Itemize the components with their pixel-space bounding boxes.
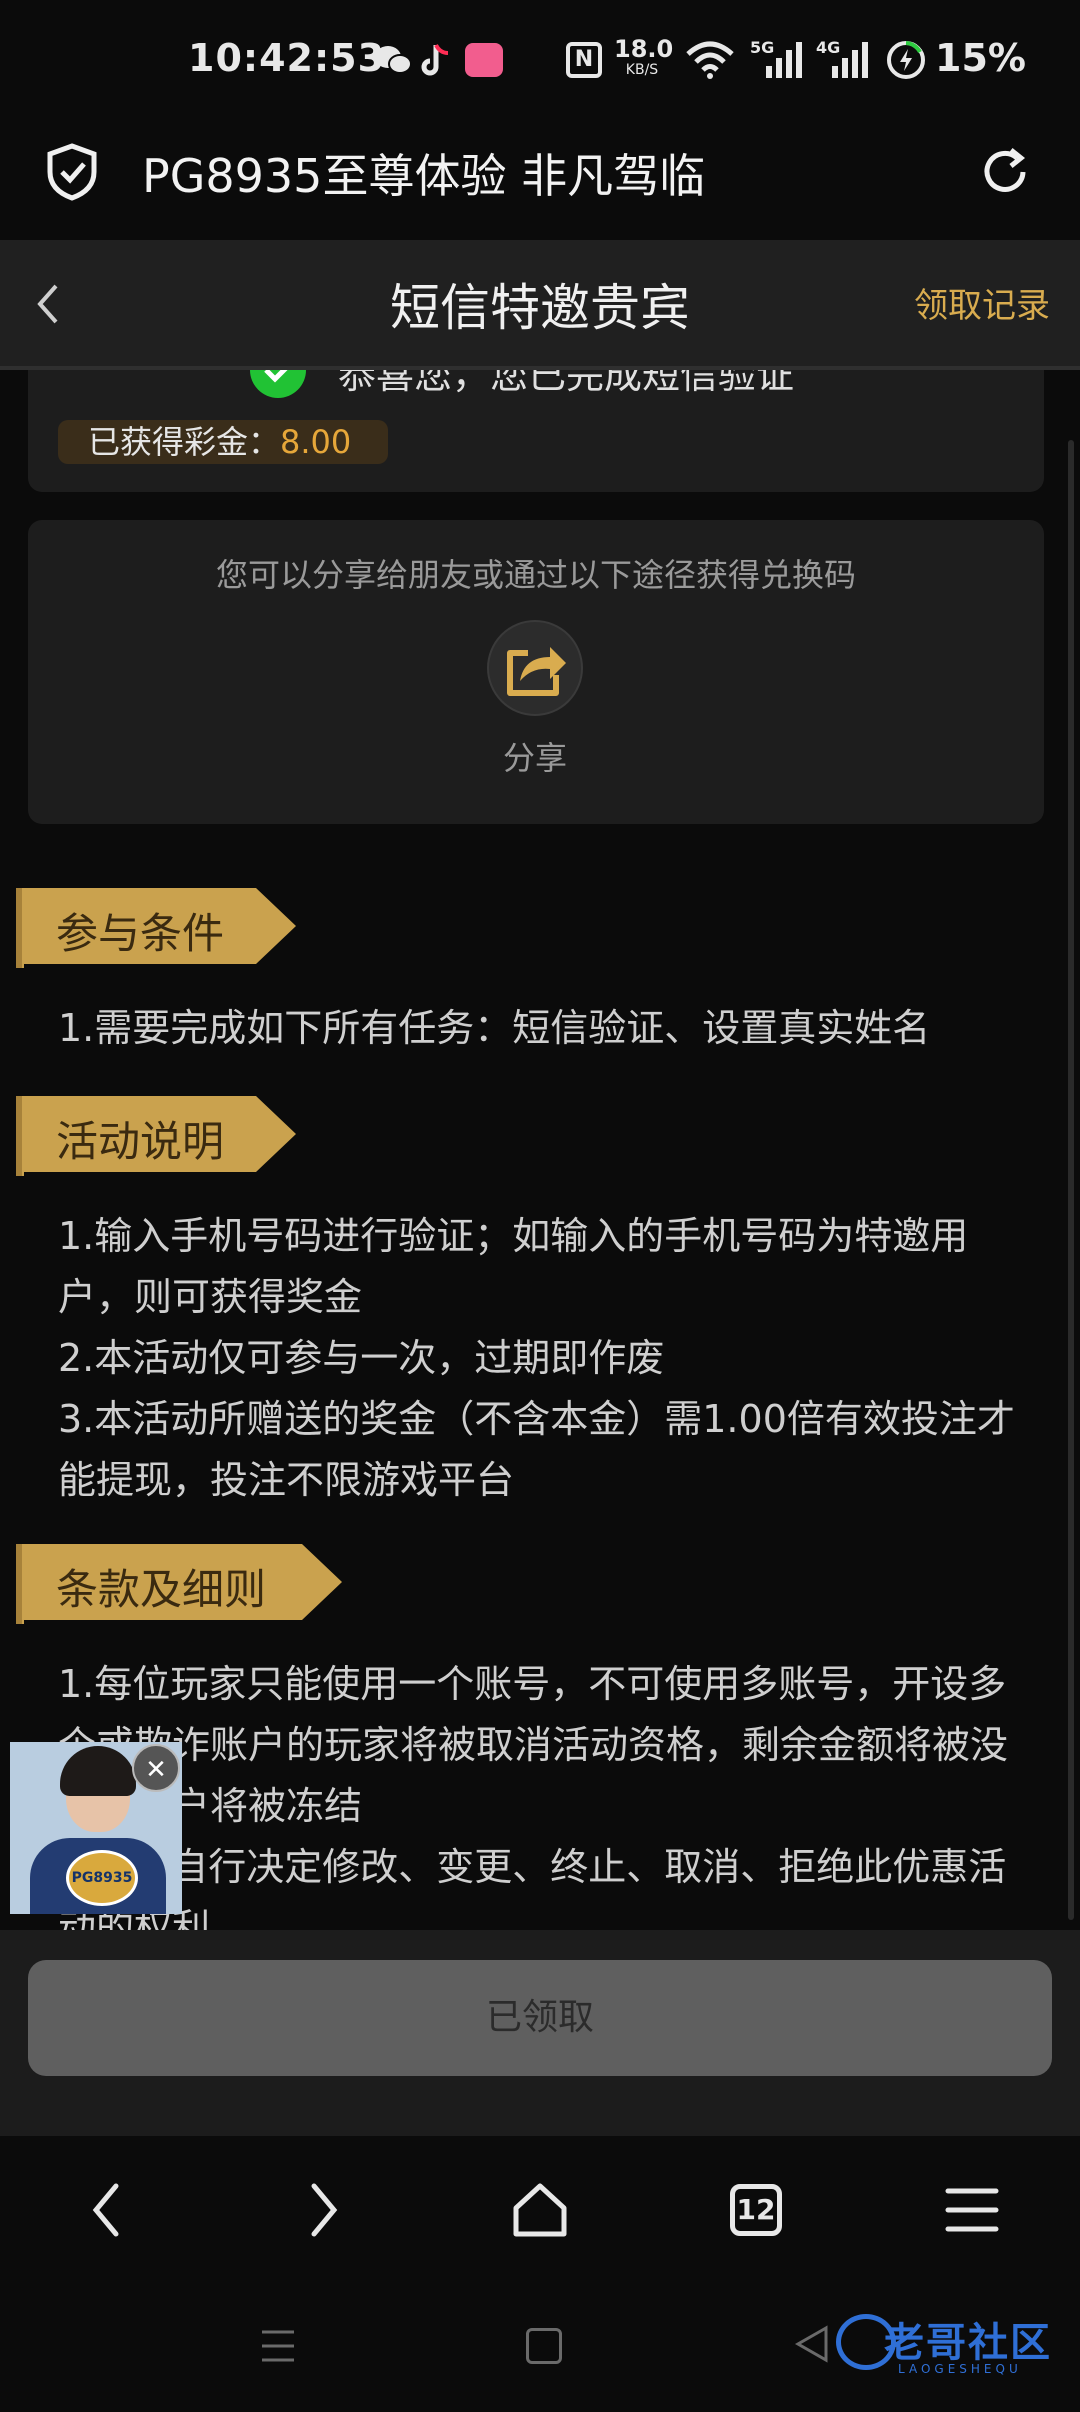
bilibili-icon [462, 38, 506, 82]
recent-apps-icon[interactable] [258, 2326, 298, 2366]
description-line: 3.本活动所赠送的奖金（不含本金）需1.00倍有效投注才能提现，投注不限游戏平台 [58, 1397, 1015, 1502]
section-title: 活动说明 [56, 1117, 225, 1166]
scrollbar[interactable] [1068, 440, 1074, 1920]
description-line: 1.输入手机号码进行验证；如输入的手机号码为特邀用户，则可获得奖金 [58, 1214, 969, 1319]
verify-card: 恭喜您，您已完成短信验证 已获得彩金：8.00 [28, 370, 1044, 492]
ad-close-button[interactable]: ✕ [132, 1744, 180, 1792]
tiktok-icon [414, 38, 458, 82]
refresh-icon[interactable] [975, 142, 1035, 202]
section-title: 条款及细则 [56, 1565, 267, 1614]
check-circle-icon [250, 370, 306, 398]
bonus-value: 8.00 [280, 423, 352, 461]
page-title: PG8935至尊体验 非凡驾临 [142, 149, 706, 203]
tabs-icon[interactable]: 12 [716, 2175, 796, 2245]
description-text: 1.输入手机号码进行验证；如输入的手机号码为特邀用户，则可获得奖金 2.本活动仅… [58, 1206, 1028, 1511]
ad-logo: PG8935 [66, 1850, 138, 1906]
section-tag-terms: 条款及细则 [16, 1538, 342, 1624]
section-tag-description: 活动说明 [16, 1090, 296, 1176]
wifi-icon [680, 38, 740, 82]
wechat-icon [368, 38, 418, 82]
status-bar: 10:42:53 N 18.0 KB/S 5G 4G 15% [0, 0, 1080, 120]
back-triangle-icon[interactable] [792, 2324, 832, 2364]
section-tag-conditions: 参与条件 [16, 882, 296, 968]
section-title: 参与条件 [56, 909, 225, 958]
signal-icon: 4G [814, 38, 870, 82]
verify-message: 恭喜您，您已完成短信验证 [338, 370, 795, 397]
home-icon[interactable] [500, 2175, 580, 2245]
nav-divider [0, 366, 1080, 370]
terms-line: 2.保留自行决定修改、变更、终止、取消、拒绝此优惠活动的权利 [58, 1845, 1007, 1930]
bonus-label: 已获得彩金： [88, 423, 281, 461]
share-label: 分享 [502, 739, 567, 777]
records-link[interactable]: 领取记录 [914, 278, 1050, 327]
watermark-subtext: LAOGESHEQU [898, 2362, 1022, 2376]
share-button[interactable] [487, 620, 583, 716]
signal-icon: 5G [748, 38, 804, 82]
battery-charging-icon [884, 38, 928, 82]
watermark-logo: 老哥社区 LAOGESHEQU [836, 2308, 1068, 2386]
battery-percent: 15% [935, 36, 1026, 80]
menu-icon[interactable] [932, 2175, 1012, 2245]
conditions-text: 1.需要完成如下所有任务：短信验证、设置真实姓名 [58, 998, 1028, 1059]
claim-button[interactable]: 已领取 [28, 1960, 1052, 2076]
terms-line: 1.每位玩家只能使用一个账号，不可使用多账号，开设多个或欺诈账户的玩家将被取消活… [58, 1662, 1009, 1828]
home-square-icon[interactable] [526, 2328, 562, 2364]
status-time: 10:42:53 [188, 36, 386, 80]
forward-icon[interactable] [284, 2175, 364, 2245]
net-speed: 18.0 KB/S [614, 35, 674, 78]
terms-text: 1.每位玩家只能使用一个账号，不可使用多账号，开设多个或欺诈账户的玩家将被取消活… [58, 1654, 1028, 1930]
bonus-badge: 已获得彩金：8.00 [58, 420, 388, 464]
share-hint: 您可以分享给朋友或通过以下途径获得兑换码 [215, 556, 856, 594]
conditions-line: 1.需要完成如下所有任务：短信验证、设置真实姓名 [58, 1006, 931, 1050]
nfc-icon: N [562, 38, 606, 82]
shield-check-icon[interactable] [44, 142, 100, 202]
back-icon[interactable] [66, 2175, 146, 2245]
watermark-text: 老哥社区 [884, 2320, 1052, 2366]
description-line: 2.本活动仅可参与一次，过期即作废 [58, 1336, 665, 1380]
share-icon [507, 647, 566, 696]
